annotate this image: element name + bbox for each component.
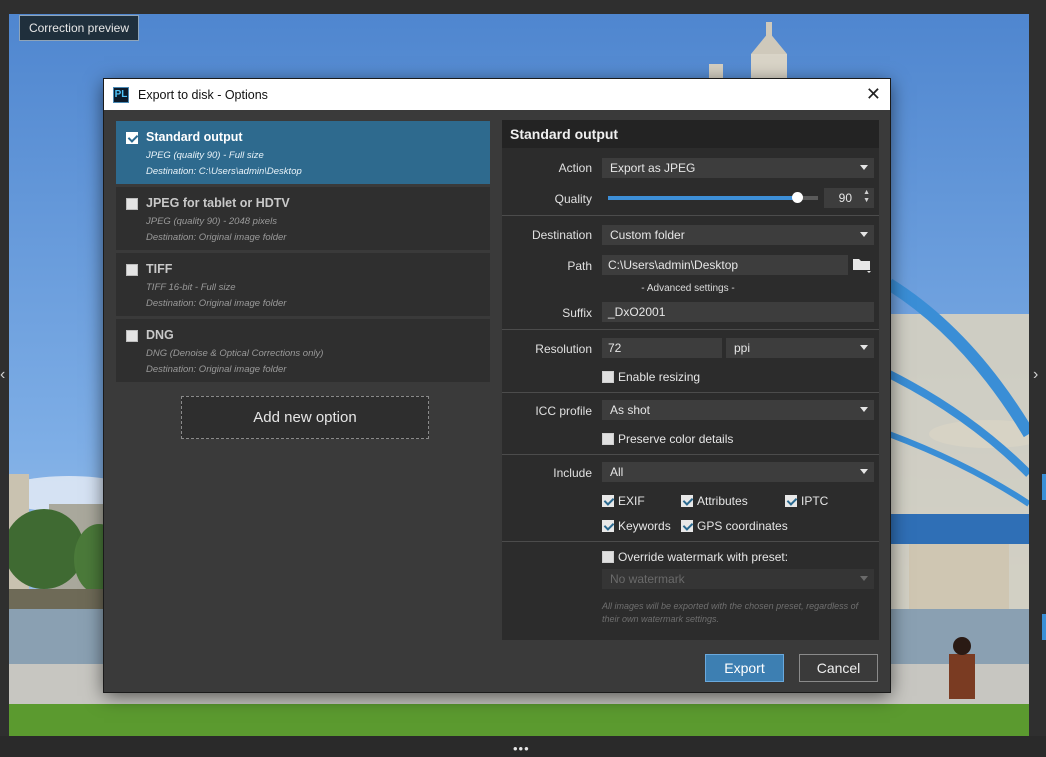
preset-checkbox[interactable] — [126, 330, 138, 342]
quality-slider-fill — [608, 196, 797, 200]
gps-label: GPS coordinates — [697, 519, 788, 533]
photolab-app-icon: PL — [113, 86, 129, 103]
checkbox[interactable] — [602, 433, 614, 445]
divider — [502, 215, 879, 216]
checkbox[interactable] — [681, 495, 693, 507]
watermark-note: All images will be exported with the cho… — [602, 601, 859, 624]
preset-format: JPEG (quality 90) - Full size — [146, 150, 264, 161]
advanced-settings-link[interactable]: - Advanced settings - — [608, 283, 768, 294]
preset-item-dng[interactable]: DNG DNG (Denoise & Optical Corrections o… — [116, 319, 490, 382]
destination-dropdown[interactable]: Custom folder — [602, 225, 874, 245]
include-label: Include — [553, 466, 592, 480]
quality-slider-handle[interactable] — [792, 192, 803, 203]
action-value: Export as JPEG — [610, 161, 696, 175]
settings-panel: Standard output Action Export as JPEG Qu… — [502, 120, 879, 640]
chevron-down-icon — [860, 345, 868, 350]
preset-name: DNG — [146, 328, 174, 342]
override-watermark-label: Override watermark with preset: — [618, 550, 789, 564]
exif-label: EXIF — [618, 494, 645, 508]
right-accent-bar — [1042, 474, 1046, 500]
preset-checkbox[interactable] — [126, 198, 138, 210]
resolution-unit-dropdown[interactable]: ppi — [726, 338, 874, 358]
checkbox[interactable] — [602, 520, 614, 532]
dialog-titlebar: PL Export to disk - Options ✕ — [104, 79, 890, 110]
chevron-down-icon — [860, 469, 868, 474]
right-accent-bar — [1042, 614, 1046, 640]
include-value: All — [610, 465, 624, 479]
resolution-label: Resolution — [535, 342, 592, 356]
chevron-down-icon — [860, 407, 868, 412]
top-frame — [0, 0, 1046, 14]
prev-arrow-icon[interactable]: ‹ — [0, 366, 5, 384]
suffix-label: Suffix — [562, 306, 592, 320]
cancel-button[interactable]: Cancel — [799, 654, 878, 682]
preset-format: JPEG (quality 90) - 2048 pixels — [146, 216, 277, 227]
divider — [502, 454, 879, 455]
watermark-dropdown: No watermark — [602, 569, 874, 589]
checkbox[interactable] — [681, 520, 693, 532]
quality-slider[interactable] — [608, 192, 818, 203]
watermark-value: No watermark — [610, 572, 685, 586]
action-dropdown[interactable]: Export as JPEG — [602, 158, 874, 178]
panel-title: Standard output — [502, 120, 879, 148]
path-input[interactable]: C:\Users\admin\Desktop — [602, 255, 848, 275]
divider — [502, 392, 879, 393]
destination-label: Destination — [531, 228, 592, 242]
checkbox[interactable] — [602, 551, 614, 563]
checkbox[interactable] — [785, 495, 797, 507]
export-dialog: PL Export to disk - Options ✕ Standard o… — [104, 79, 890, 692]
folder-icon[interactable] — [852, 256, 872, 274]
action-label: Action — [558, 161, 592, 175]
quality-spinbox[interactable]: 90 ▲ ▼ — [824, 188, 874, 208]
keywords-label: Keywords — [618, 519, 671, 533]
divider — [502, 329, 879, 330]
correction-preview-button[interactable]: Correction preview — [19, 15, 139, 41]
divider — [502, 541, 879, 542]
suffix-input[interactable]: _DxO2001 — [602, 302, 874, 322]
preset-item-tiff[interactable]: TIFF TIFF 16-bit - Full size Destination… — [116, 253, 490, 316]
include-dropdown[interactable]: All — [602, 462, 874, 482]
resolution-input[interactable]: 72 — [602, 338, 722, 358]
enable-resizing-label: Enable resizing — [618, 370, 701, 384]
resolution-unit-value: ppi — [734, 341, 751, 355]
iptc-label: IPTC — [801, 494, 829, 508]
preset-checkbox[interactable] — [126, 132, 138, 144]
export-button[interactable]: Export — [705, 654, 784, 682]
checkbox[interactable] — [602, 495, 614, 507]
preset-format: TIFF 16-bit - Full size — [146, 282, 236, 293]
quality-value: 90 — [838, 191, 852, 205]
preset-format: DNG (Denoise & Optical Corrections only) — [146, 348, 324, 359]
add-new-option-button[interactable]: Add new option — [181, 396, 429, 439]
dialog-title: Export to disk - Options — [138, 87, 268, 102]
icc-profile-dropdown[interactable]: As shot — [602, 400, 874, 420]
checkbox[interactable] — [602, 371, 614, 383]
preset-item-jpeg-tablet[interactable]: JPEG for tablet or HDTV JPEG (quality 90… — [116, 187, 490, 250]
preset-name: JPEG for tablet or HDTV — [146, 196, 290, 210]
chevron-down-icon — [860, 165, 868, 170]
spin-arrows-icon[interactable]: ▲ ▼ — [863, 189, 870, 205]
preset-destination: Destination: C:\Users\admin\Desktop — [146, 166, 302, 177]
icc-profile-label: ICC profile — [535, 404, 592, 418]
attributes-label: Attributes — [697, 494, 748, 508]
chevron-down-icon — [860, 576, 868, 581]
preset-name: TIFF — [146, 262, 173, 276]
preset-destination: Destination: Original image folder — [146, 298, 287, 309]
preset-destination: Destination: Original image folder — [146, 364, 287, 375]
icc-profile-value: As shot — [610, 403, 651, 417]
chevron-down-icon — [860, 232, 868, 237]
preserve-color-label: Preserve color details — [618, 432, 734, 446]
preset-item-standard-output[interactable]: Standard output JPEG (quality 90) - Full… — [116, 121, 490, 184]
panel-resize-handle[interactable]: ••• — [513, 742, 530, 755]
destination-value: Custom folder — [610, 228, 685, 242]
next-arrow-icon[interactable]: › — [1033, 366, 1038, 384]
preset-checkbox[interactable] — [126, 264, 138, 276]
quality-label: Quality — [554, 192, 592, 206]
close-icon[interactable]: ✕ — [866, 84, 881, 104]
preset-name: Standard output — [146, 130, 243, 144]
preset-destination: Destination: Original image folder — [146, 232, 287, 243]
path-label: Path — [567, 259, 592, 273]
